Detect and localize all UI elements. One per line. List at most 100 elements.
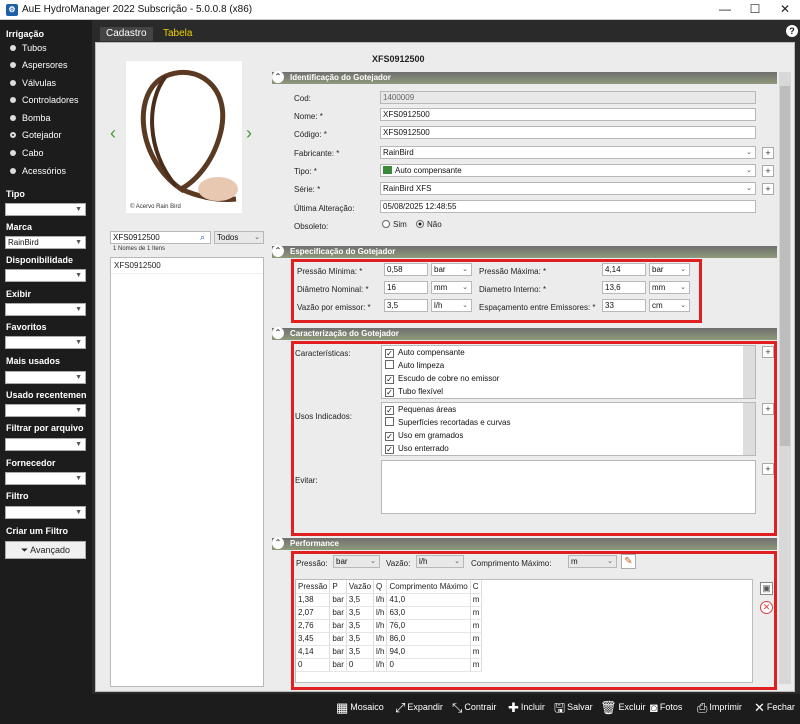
table-cell[interactable]: bar	[329, 619, 347, 633]
filter-mais-usados-select[interactable]: ▼	[5, 371, 86, 384]
fotos-button[interactable]: ◙ Fotos	[650, 697, 682, 717]
add-tipo-button[interactable]: +	[762, 165, 774, 177]
table-row[interactable]: 2,76 bar 3,5 l/h 76,0 m	[296, 619, 483, 633]
table-row[interactable]: 0 bar 0 l/h 0 m	[296, 658, 483, 672]
nome-field[interactable]: XFS0912500	[380, 108, 756, 121]
perf-pressao-select[interactable]: bar ⌄	[333, 555, 380, 568]
table-row[interactable]: 1,38 bar 3,5 l/h 41,0 m	[296, 593, 483, 607]
table-cell[interactable]: l/h	[373, 606, 388, 620]
tipo-select[interactable]: Auto compensante ⌄	[380, 164, 756, 177]
advanced-filter-button[interactable]: ⏷ Avançado	[5, 541, 86, 559]
table-cell[interactable]: l/h	[373, 619, 388, 633]
list-item[interactable]: Superfícies recortadas e curvas	[382, 416, 755, 429]
column-header[interactable]: C	[470, 580, 483, 594]
mosaico-button[interactable]: ▦ Mosaico	[336, 697, 384, 717]
table-cell[interactable]: l/h	[373, 593, 388, 607]
list-item[interactable]: ✓ Tubo flexível	[382, 385, 755, 398]
filter-usado-recentemente-select[interactable]: ▼	[5, 404, 86, 417]
section-identificacao[interactable]: ⌃ Identificação do Gotejador	[272, 71, 777, 84]
column-header[interactable]: Q	[373, 580, 388, 594]
sidebar-item-gotejador[interactable]: Gotejador	[10, 130, 62, 140]
checkbox-icon[interactable]: ✓	[385, 388, 394, 397]
list-item[interactable]: ✓ Uso em gramados	[382, 429, 755, 442]
table-cell[interactable]: bar	[329, 645, 347, 659]
dint-unit-select[interactable]: mm ⌄	[649, 281, 690, 294]
dnom-unit-select[interactable]: mm ⌄	[431, 281, 472, 294]
table-cell[interactable]: 3,5	[346, 593, 375, 607]
sidebar-item-tubos[interactable]: Tubos	[10, 43, 47, 53]
dnom-field[interactable]: 16	[384, 281, 428, 294]
section-caracterizacao[interactable]: ⌃ Caracterização do Gotejador	[272, 327, 777, 340]
scrollbar[interactable]	[743, 403, 755, 455]
table-cell[interactable]: 3,5	[346, 645, 375, 659]
table-cell[interactable]: 4,14	[296, 645, 331, 659]
table-cell[interactable]: m	[470, 593, 483, 607]
next-photo-arrow-icon[interactable]: ›	[246, 123, 252, 144]
dint-field[interactable]: 13,6	[602, 281, 646, 294]
minimize-button[interactable]: —	[710, 0, 740, 20]
checkbox-icon[interactable]: ✓	[385, 406, 394, 415]
vazao-field[interactable]: 3,5	[384, 299, 428, 312]
table-cell[interactable]: bar	[329, 658, 347, 672]
sidebar-item-bomba[interactable]: Bomba	[10, 113, 51, 123]
tab-tabela[interactable]: Tabela	[157, 27, 198, 41]
table-cell[interactable]: bar	[329, 632, 347, 646]
filter-fornecedor-select[interactable]: ▼	[5, 472, 86, 485]
espacamento-unit-select[interactable]: cm ⌄	[649, 299, 690, 312]
scrollbar[interactable]	[743, 346, 755, 398]
search-input[interactable]: XFS0912500	[110, 231, 211, 244]
filter-arquivo-select[interactable]: ▼	[5, 438, 86, 451]
list-item[interactable]: ✓ Uso enterrado	[382, 442, 755, 455]
sidebar-item-acessorios[interactable]: Acessórios	[10, 166, 66, 176]
excluir-button[interactable]: 🗑 Excluir	[600, 697, 646, 717]
add-caracteristica-button[interactable]: +	[762, 346, 774, 358]
serie-select[interactable]: RainBird XFS ⌄	[380, 182, 756, 195]
table-cell[interactable]: 0	[346, 658, 375, 672]
table-cell[interactable]: 0	[296, 658, 331, 672]
table-cell[interactable]: 2,07	[296, 606, 331, 620]
obsoleto-sim-radio[interactable]: Sim	[382, 220, 407, 229]
table-cell[interactable]: l/h	[373, 632, 388, 646]
collapse-icon[interactable]: ⌃	[272, 245, 284, 257]
main-scrollbar[interactable]	[779, 72, 791, 684]
table-row[interactable]: 4,14 bar 3,5 l/h 94,0 m	[296, 645, 483, 659]
scrollbar-thumb[interactable]	[780, 86, 790, 446]
save-row-icon[interactable]: ▣	[760, 582, 773, 595]
help-icon[interactable]: ?	[786, 25, 798, 37]
filter-disponibilidade-select[interactable]: ▼	[5, 269, 86, 282]
perf-vazao-select[interactable]: l/h ⌄	[416, 555, 464, 568]
table-cell[interactable]: l/h	[373, 645, 388, 659]
sidebar-item-valvulas[interactable]: Válvulas	[10, 78, 56, 88]
sidebar-item-aspersores[interactable]: Aspersores	[10, 60, 68, 70]
obsoleto-nao-radio[interactable]: Não	[416, 220, 442, 229]
list-item[interactable]: ✓ Escudo de cobre no emissor	[382, 372, 755, 385]
column-header[interactable]: Pressão	[296, 580, 331, 594]
table-row[interactable]: 3,45 bar 3,5 l/h 86,0 m	[296, 632, 483, 646]
section-especificacao[interactable]: ⌃ Especificação do Gotejador	[272, 245, 777, 258]
table-cell[interactable]: 3,5	[346, 606, 375, 620]
search-icon[interactable]: ⌕	[200, 232, 205, 243]
column-header[interactable]: P	[329, 580, 347, 594]
table-cell[interactable]: l/h	[373, 658, 388, 672]
collapse-icon[interactable]: ⌃	[272, 71, 284, 83]
salvar-button[interactable]: 🖫 Salvar	[554, 697, 593, 717]
table-cell[interactable]: 3,5	[346, 619, 375, 633]
incluir-button[interactable]: ✚ Incluir	[508, 697, 545, 717]
list-item[interactable]: Auto limpeza	[382, 359, 755, 372]
filter-filtro-select[interactable]: ▼	[5, 506, 86, 519]
perf-comp-select[interactable]: m ⌄	[568, 555, 617, 568]
table-cell[interactable]: 76,0	[386, 619, 471, 633]
table-cell[interactable]: bar	[329, 606, 347, 620]
table-row[interactable]: 2,07 bar 3,5 l/h 63,0 m	[296, 606, 483, 620]
table-cell[interactable]: 63,0	[386, 606, 471, 620]
table-cell[interactable]: 94,0	[386, 645, 471, 659]
pmin-unit-select[interactable]: bar ⌄	[431, 263, 472, 276]
add-evitar-button[interactable]: +	[762, 463, 774, 475]
table-cell[interactable]: 0	[386, 658, 471, 672]
filter-favoritos-select[interactable]: ▼	[5, 336, 86, 349]
pmax-field[interactable]: 4,14	[602, 263, 646, 276]
add-serie-button[interactable]: +	[762, 183, 774, 195]
pmin-field[interactable]: 0,58	[384, 263, 428, 276]
table-cell[interactable]: m	[470, 658, 483, 672]
column-header[interactable]: Vazão	[346, 580, 375, 594]
